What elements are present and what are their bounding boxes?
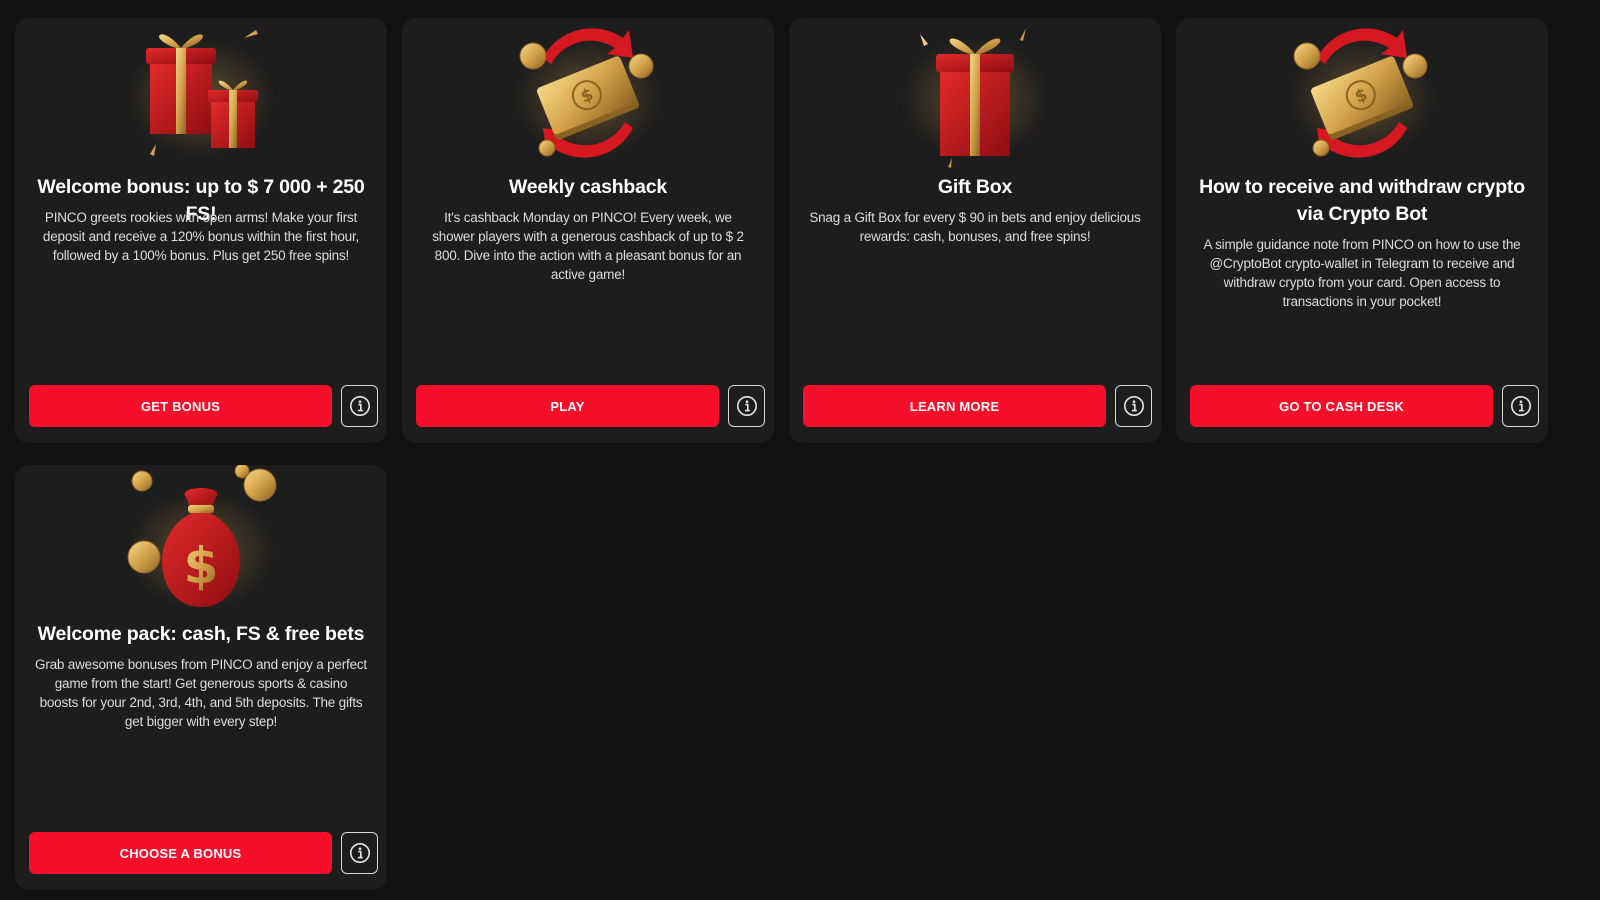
promo-title: Welcome pack: cash, FS & free bets — [37, 623, 365, 645]
info-button[interactable] — [728, 385, 765, 427]
promo-card-gift-box: Gift Box Snag a Gift Box for every $ 90 … — [789, 18, 1161, 443]
promotions-page: Welcome bonus: up to $ 7 000 + 250 FS! P… — [0, 0, 1600, 900]
learn-more-button[interactable]: LEARN MORE — [803, 385, 1106, 427]
info-icon — [1123, 396, 1144, 416]
promo-description: It's cashback Monday on PINCO! Every wee… — [432, 210, 744, 282]
cashback-money-icon: $ — [1176, 18, 1548, 168]
go-to-cash-desk-button[interactable]: GO TO CASH DESK — [1190, 385, 1493, 427]
play-button[interactable]: PLAY — [416, 385, 719, 427]
info-button[interactable] — [341, 385, 378, 427]
money-bag-icon: $ — [15, 465, 387, 615]
info-icon — [736, 396, 757, 416]
promo-card-crypto-bot: $ How to receive and withdraw crypto via… — [1176, 18, 1548, 443]
choose-a-bonus-button[interactable]: CHOOSE A BONUS — [29, 832, 332, 874]
info-icon — [1510, 396, 1531, 416]
gift-box-icon — [789, 18, 1161, 168]
get-bonus-button[interactable]: GET BONUS — [29, 385, 332, 427]
promo-description: Grab awesome bonuses from PINCO and enjo… — [35, 657, 367, 729]
promo-title: Weekly cashback — [508, 176, 668, 198]
promo-description: Snag a Gift Box for every $ 90 in bets a… — [809, 210, 1141, 244]
cashback-money-icon: $ — [402, 18, 774, 168]
info-button[interactable] — [1115, 385, 1152, 427]
promo-card-welcome-pack: $ Welcome pack: cash, FS & free bets Gra… — [15, 465, 387, 890]
info-button[interactable] — [341, 832, 378, 874]
promo-title: Gift Box — [937, 176, 1013, 198]
promo-description: A simple guidance note from PINCO on how… — [1203, 237, 1521, 309]
promo-title: How to receive and withdraw crypto via C… — [1199, 176, 1525, 225]
gift-boxes-icon — [15, 18, 387, 168]
info-icon — [349, 396, 370, 416]
svg-text:$: $ — [184, 537, 219, 595]
info-button[interactable] — [1502, 385, 1539, 427]
promo-card-welcome-bonus: Welcome bonus: up to $ 7 000 + 250 FS! P… — [15, 18, 387, 443]
info-icon — [349, 843, 370, 863]
promo-description: PINCO greets rookies with open arms! Mak… — [42, 210, 360, 263]
promo-card-weekly-cashback: $ Weekly cashback It's cashback Monday o… — [402, 18, 774, 443]
promo-card-grid: Welcome bonus: up to $ 7 000 + 250 FS! P… — [15, 18, 1548, 890]
